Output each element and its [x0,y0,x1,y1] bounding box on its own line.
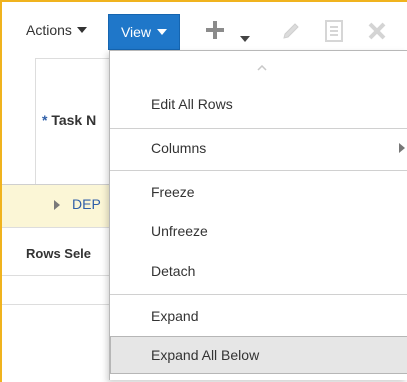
required-marker: * [42,112,48,128]
menu-item-unfreeze[interactable]: Unfreeze [110,212,407,250]
menu-item-expand[interactable]: Expand [110,297,407,335]
menu-item-edit-all-rows[interactable]: Edit All Rows [110,85,407,123]
menu-item-label: Columns [151,140,207,156]
add-menu-caret[interactable] [240,29,250,47]
scroll-up-icon[interactable] [257,65,267,71]
actions-label: Actions [26,22,72,38]
row-header-gutter [2,58,36,185]
menu-item-expand-all-below[interactable]: Expand All Below [110,336,407,374]
task-name-label: Task N [51,112,97,128]
menu-separator [110,294,407,295]
caret-down-icon [157,29,168,35]
task-name-column-header[interactable]: * Task N [42,112,108,128]
menu-item-label: Detach [151,263,196,279]
close-icon[interactable] [366,20,388,42]
document-icon[interactable] [325,20,343,42]
view-dropdown-menu: Edit All Rows Columns Freeze Unfreeze De… [109,50,407,380]
actions-menu-button[interactable]: Actions [26,22,87,38]
menu-item-label: Edit All Rows [151,96,233,112]
menu-item-label: Unfreeze [151,223,208,239]
rows-selected-status: Rows Sele [26,246,92,261]
menu-item-freeze[interactable]: Freeze [110,173,407,211]
plus-icon[interactable] [205,20,225,40]
caret-down-icon [240,36,250,42]
caret-down-icon [76,27,87,33]
menu-item-columns[interactable]: Columns [110,129,407,167]
menu-item-label: Expand All Below [151,347,260,363]
pencil-icon[interactable] [280,20,302,42]
menu-separator [110,170,407,171]
view-label: View [120,24,152,40]
menu-item-label: Expand [151,308,199,324]
menu-item-label: Freeze [151,184,195,200]
expand-row-icon[interactable] [54,200,60,210]
menu-item-detach[interactable]: Detach [110,252,407,290]
view-menu-button[interactable]: View [108,14,180,50]
submenu-arrow-icon [399,143,405,153]
row-link[interactable]: DEP [72,196,110,212]
